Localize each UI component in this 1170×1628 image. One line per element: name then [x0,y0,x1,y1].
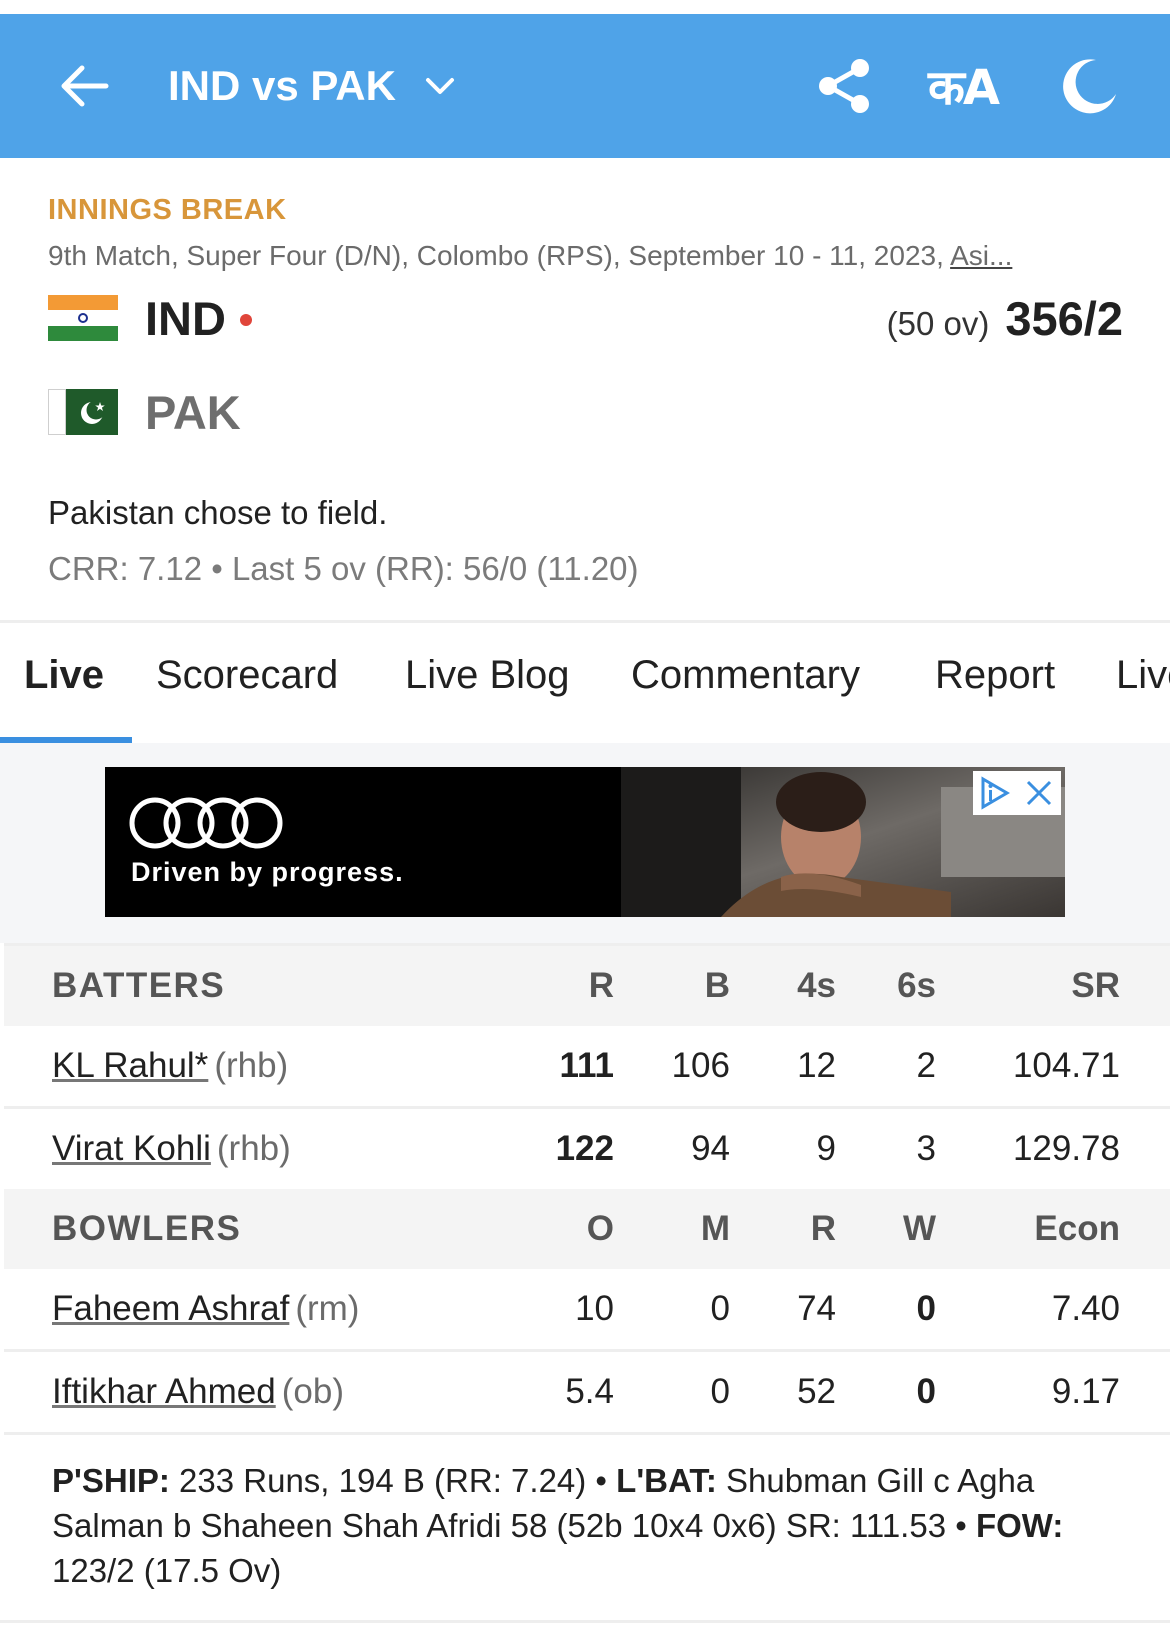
bowling-style: (rm) [295,1289,360,1328]
batting-style: (rhb) [216,1129,291,1168]
batter-row: Virat Kohli (rhb) 122 94 9 3 129.78 [4,1109,1170,1189]
player-link[interactable]: Iftikhar Ahmed [52,1372,276,1411]
advertisement-banner[interactable]: Driven by progress. [105,767,1065,917]
india-flag-icon [48,295,118,341]
divider [4,1432,1170,1435]
team-name: PAK [145,385,241,439]
batters-heading: BATTERS [52,966,226,1005]
pakistan-flag-icon [48,389,118,435]
player-link[interactable]: Faheem Ashraf [52,1289,289,1328]
ad-info-icon[interactable] [973,771,1017,815]
pship-value: 233 Runs, 194 B (RR: 7.24) • [169,1462,617,1499]
bowler-economy: 9.17 [1051,1372,1120,1411]
team-name: IND [145,291,226,345]
fow-label: FOW: [975,1507,1064,1544]
team-row-pak: PAK [48,382,1123,442]
batter-sixes: 3 [916,1129,936,1168]
team-row-ind: IND (50 ov) 356/2 [48,288,1123,348]
batting-style: (rhb) [214,1046,289,1085]
ad-close-icon[interactable] [1017,771,1061,815]
bowler-wickets: 0 [916,1372,936,1411]
tab-bar: Live Scorecard Live Blog Commentary Repo… [0,623,1170,743]
batter-row: KL Rahul* (rhb) 111 106 12 2 104.71 [4,1026,1170,1106]
col-runs: R [588,966,614,1005]
batter-cell: KL Rahul* (rhb) [52,1046,288,1086]
bowler-cell: Iftikhar Ahmed (ob) [52,1372,344,1412]
col-overs: O [586,1209,614,1248]
ad-choices[interactable] [973,771,1061,815]
tab-live-more[interactable]: Live [1116,653,1170,698]
batter-strike-rate: 104.71 [1012,1046,1120,1085]
bowler-maidens: 0 [710,1372,730,1411]
bowler-maidens: 0 [710,1289,730,1328]
bowler-overs: 10 [575,1289,614,1328]
match-info: 9th Match, Super Four (D/N), Colombo (RP… [48,240,1128,272]
divider [0,1620,1170,1623]
batting-indicator-dot [239,314,252,326]
fow-value: 123/2 (17.5 Ov) [52,1552,282,1589]
tab-report[interactable]: Report [935,653,1055,698]
bowlers-heading: BOWLERS [52,1209,242,1248]
share-icon[interactable] [812,54,876,118]
col-sixes: 6s [897,966,936,1005]
batter-cell: Virat Kohli (rhb) [52,1129,291,1169]
run-rate-info: CRR: 7.12 • Last 5 ov (RR): 56/0 (11.20) [48,550,639,587]
tab-scorecard[interactable]: Scorecard [156,653,338,698]
player-link[interactable]: KL Rahul* [52,1046,208,1085]
match-status: INNINGS BREAK [48,194,287,226]
batter-runs: 111 [559,1046,614,1085]
tab-live[interactable]: Live [24,653,104,698]
dark-mode-moon-icon[interactable] [1056,54,1120,118]
toss-info: Pakistan chose to field. [48,494,388,531]
bowler-overs: 5.4 [565,1372,614,1411]
col-wickets: W [902,1209,936,1248]
batter-balls: 94 [691,1129,730,1168]
match-info-text: 9th Match, Super Four (D/N), Colombo (RP… [48,240,951,271]
col-balls: B [704,966,730,1005]
runs-wickets: 356/2 [1005,291,1123,345]
ad-container: Driven by progress. [0,743,1170,943]
bowler-row: Faheem Ashraf (rm) 10 0 74 0 7.40 [4,1269,1170,1349]
col-maidens: M [700,1209,730,1248]
bowler-row: Iftikhar Ahmed (ob) 5.4 0 52 0 9.17 [4,1352,1170,1432]
language-toggle[interactable]: कA [928,58,1000,118]
bowler-wickets: 0 [916,1289,936,1328]
overs: (50 ov) [886,304,990,342]
batters-header-row: BATTERS R B 4s 6s SR [4,946,1170,1026]
bowlers-header-row: BOWLERS O M R W Econ [4,1189,1170,1269]
tab-live-blog[interactable]: Live Blog [405,653,570,698]
match-title: IND vs PAK [168,62,396,109]
partnership-summary: P'SHIP: 233 Runs, 194 B (RR: 7.24) • L'B… [52,1458,1112,1593]
bowling-style: (ob) [281,1372,344,1411]
team-score: (50 ov) 356/2 [887,291,1123,346]
batter-sixes: 2 [916,1046,936,1085]
batter-strike-rate: 129.78 [1012,1129,1120,1168]
status-strip [0,0,1170,14]
brand-rings-logo-icon [129,797,283,849]
batter-runs: 122 [555,1129,614,1168]
bowler-cell: Faheem Ashraf (rm) [52,1289,359,1329]
bowler-economy: 7.40 [1051,1289,1120,1328]
ad-slogan: Driven by progress. [131,857,404,887]
back-arrow-icon[interactable] [52,54,116,118]
series-link[interactable]: Asi... [950,240,1012,271]
player-link[interactable]: Virat Kohli [52,1129,211,1168]
col-strike-rate: SR [1071,966,1120,1005]
lbat-label: L'BAT: [616,1462,717,1499]
pship-label: P'SHIP: [52,1462,170,1499]
batter-balls: 106 [671,1046,730,1085]
match-selector[interactable]: IND vs PAK [168,54,460,118]
tab-commentary[interactable]: Commentary [631,653,860,698]
app-bar: IND vs PAK कA [0,14,1170,158]
col-economy: Econ [1034,1209,1120,1248]
chevron-down-icon [425,78,454,94]
